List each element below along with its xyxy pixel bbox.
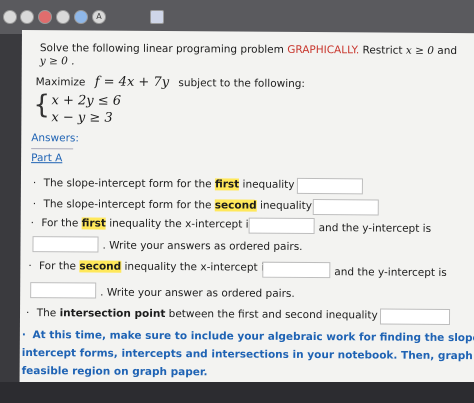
- note-line-1: · At this time, make sure to include you…: [22, 329, 474, 344]
- q3-keyword: first: [81, 217, 106, 230]
- question-5: · The intersection point between the fir…: [25, 307, 390, 322]
- q5-answer-input[interactable]: [379, 308, 451, 325]
- q5-text-end: between the first and second inequality …: [168, 308, 390, 322]
- q2-keyword: second: [214, 199, 257, 212]
- question-1: · The slope-intercept form for the first…: [32, 177, 307, 191]
- question-4: · For the second inequality the x-interc…: [28, 260, 270, 274]
- y-condition: y ≥ 0 .: [39, 55, 75, 68]
- q4-keyword: second: [79, 260, 122, 273]
- system-brace: {: [33, 90, 51, 121]
- objective-formula: f = 4x + 7y: [94, 74, 170, 91]
- constraint-1: x + 2y ≤ 6: [51, 93, 122, 109]
- q3-text-mid: inequality the x-intercept is: [109, 217, 255, 231]
- browser-toolbar: A: [0, 0, 474, 34]
- check-icon[interactable]: [56, 10, 70, 24]
- q4-y-intercept-label: and the y-intercept is: [334, 266, 447, 279]
- close-icon[interactable]: [38, 10, 52, 24]
- forward-icon[interactable]: [20, 10, 34, 24]
- note-line-3: feasible region on graph paper.: [21, 365, 208, 379]
- maximize-label: Maximize: [35, 76, 86, 89]
- q4-text: For the: [38, 260, 77, 273]
- objective-line: Maximize f = 4x + 7y subject to the foll…: [36, 74, 305, 91]
- method-keyword: GRAPHICALLY.: [287, 43, 360, 57]
- note-line-1-text: At this time, make sure to include your …: [32, 329, 474, 345]
- q4-note: . Write your answer as ordered pairs.: [100, 286, 295, 300]
- subject-to-label: subject to the following:: [178, 77, 306, 90]
- q1-keyword: first: [214, 178, 240, 191]
- constraint-2: x − y ≥ 3: [51, 110, 113, 126]
- question-2: · The slope-intercept form for the secon…: [32, 198, 324, 213]
- q3-y-intercept-label: and the y-intercept is: [318, 222, 432, 235]
- q3-x-intercept-input[interactable]: [248, 217, 315, 235]
- q2-answer-input[interactable]: [312, 199, 379, 216]
- x-condition: x ≥ 0: [405, 44, 434, 57]
- answers-label: Answers:: [31, 132, 79, 145]
- problem-intro: Solve the following linear programing pr…: [39, 42, 284, 56]
- q5-keyword: intersection point: [59, 307, 166, 321]
- q4-x-intercept-input[interactable]: [262, 261, 331, 279]
- part-a-heading: Part A: [31, 152, 63, 165]
- note-line-2: intercept forms, intercepts and intersec…: [21, 347, 474, 363]
- and-label: and: [437, 44, 458, 58]
- screen-bezel: [0, 382, 474, 403]
- text-icon[interactable]: A: [92, 10, 106, 24]
- calendar-icon[interactable]: [150, 10, 164, 24]
- back-icon[interactable]: [3, 10, 17, 24]
- q3-note: . Write your answers as ordered pairs.: [102, 239, 303, 253]
- question-panel: Solve the following linear programing pr…: [19, 30, 474, 386]
- q4-y-intercept-input[interactable]: [30, 282, 97, 299]
- problem-statement: Solve the following linear programing pr…: [40, 42, 457, 57]
- q4-text-mid: inequality the x-intercept is: [124, 260, 270, 274]
- q1-text: The slope-intercept form for the: [43, 177, 212, 191]
- restrict-label: Restrict: [362, 44, 403, 57]
- pin-icon[interactable]: [74, 10, 88, 24]
- answers-divider: [31, 148, 74, 150]
- q3-y-intercept-input[interactable]: [32, 236, 99, 253]
- q2-text: The slope-intercept form for the: [43, 198, 212, 212]
- question-3: · For the first inequality the x-interce…: [30, 217, 255, 231]
- q5-text: The: [36, 307, 57, 320]
- q3-text: For the: [41, 217, 79, 230]
- q1-answer-input[interactable]: [296, 177, 363, 195]
